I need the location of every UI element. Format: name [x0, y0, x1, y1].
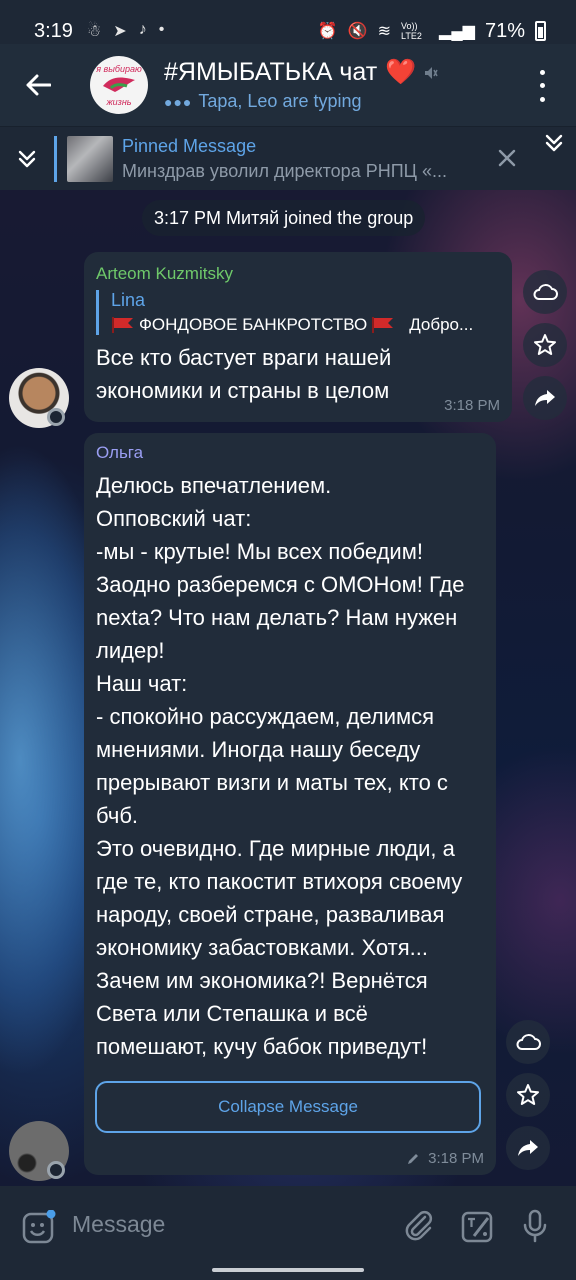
mute-icon: [425, 66, 438, 79]
typing-status-text: Tapa, Leo are typing: [198, 91, 362, 111]
online-status-badge: [47, 408, 65, 426]
reply-preview[interactable]: Lina ФОНДОВОЕ БАНКРОТСТВО Добро...: [96, 290, 500, 335]
system-icons: ⏰ 🔇 ≋ Vo)) LTE2 ▂▄▆ 71%: [318, 20, 546, 43]
message-line: - спокойно рассуждаем, делимся: [96, 704, 435, 729]
tiktok-icon: ♪: [138, 21, 147, 38]
message-bubble[interactable]: Ольга Делюсь впечатлением. Опповский чат…: [84, 433, 496, 1175]
pinned-label: Pinned Message: [122, 135, 257, 156]
message-line: бчб.: [96, 803, 139, 828]
close-icon[interactable]: [496, 147, 518, 169]
message-line: Наш чат:: [96, 671, 188, 696]
message-line: экономику забастовками. Хотя...: [96, 935, 429, 960]
star-icon[interactable]: [523, 323, 567, 367]
reply-text-main: ФОНДОВОЕ БАНКРОТСТВО: [139, 315, 368, 334]
pinned-accent-line: [54, 135, 57, 182]
message-time: 3:18 PM: [428, 1150, 484, 1167]
share-icon[interactable]: [523, 376, 567, 420]
wifi-icon: ≋: [377, 23, 392, 40]
typing-indicator-icon: ●●●: [164, 93, 193, 110]
message-input-bar: [0, 1186, 576, 1280]
back-button[interactable]: [0, 44, 76, 126]
chevron-double-down-icon[interactable]: [0, 149, 54, 169]
message-line: прерывают визги и маты тех, кто с: [96, 770, 448, 795]
message-line: Зачем им экономика?! Вернётся: [96, 968, 428, 993]
mic-icon[interactable]: [518, 1208, 554, 1244]
message-sender[interactable]: Arteom Kuzmitsky: [96, 264, 500, 284]
online-status-badge: [47, 1161, 65, 1179]
service-message: 3:17 PM Митяй joined the group: [142, 200, 426, 236]
message-line: Света или Степашка и всё: [96, 1001, 368, 1026]
cloud-icon[interactable]: [523, 270, 567, 314]
message-line: Это очевидно. Где мирные люди, а: [96, 836, 455, 861]
heart-emoji: ❤️: [385, 58, 417, 86]
message-sender[interactable]: Ольга: [96, 443, 484, 463]
bird-logo-icon: [103, 77, 135, 92]
message-line: где те, кто пакостит втихоря своему: [96, 869, 463, 894]
message-text: Все кто бастует враги нашей экономики и …: [96, 341, 500, 407]
pinned-message-bar[interactable]: Pinned Message Минздрав уволил директора…: [0, 126, 576, 190]
reply-text: ФОНДОВОЕ БАНКРОТСТВО Добро...: [111, 315, 500, 335]
message-time: 3:18 PM: [444, 397, 500, 414]
battery-icon: [535, 21, 546, 41]
scroll-down-chevron-icon[interactable]: [544, 133, 564, 158]
message-line: Все кто бастует враги нашей: [96, 345, 392, 370]
pinned-text: Pinned Message Минздрав уволил директора…: [122, 136, 447, 182]
chat-status: ●●● Tapa, Leo are typing: [164, 91, 438, 112]
lte-label: Vo)) LTE2: [401, 21, 422, 41]
pencil-icon: [408, 1153, 419, 1164]
sticker-icon[interactable]: [460, 1208, 496, 1244]
message-line: -мы - крутые! Мы всех победим!: [96, 539, 423, 564]
cloud-icon[interactable]: [506, 1020, 550, 1064]
message-line: экономики и страны в целом: [96, 378, 390, 403]
chat-title-text: #ЯМЫБАТЬКА чат: [164, 58, 378, 86]
message-line: Опповский чат:: [96, 506, 252, 531]
battery-percent: 71%: [484, 19, 525, 42]
message-time-row: 3:18 PM: [406, 1150, 484, 1167]
message-line: помешают, кучу бабок приведут!: [96, 1034, 428, 1059]
more-vert-icon[interactable]: [534, 66, 550, 106]
message-bubble[interactable]: Arteom Kuzmitsky Lina ФОНДОВОЕ БАНКРОТСТ…: [84, 252, 512, 422]
red-flag-icon: [372, 317, 394, 333]
share-icon[interactable]: [506, 1126, 550, 1170]
message-line: nexta? Что нам делать? Нам нужен: [96, 605, 458, 630]
star-icon[interactable]: [506, 1073, 550, 1117]
collapse-message-button[interactable]: Collapse Message: [95, 1081, 481, 1133]
notification-icons: ☃ ➤ ♪ •: [87, 21, 164, 41]
pinned-thumbnail: [67, 135, 113, 182]
group-avatar[interactable]: я выбираю жизнь: [90, 56, 148, 114]
status-time: 3:19: [34, 19, 73, 42]
message-line: Заодно разберемся с ОМОНом! Где: [96, 572, 465, 597]
chat-title: #ЯМЫБАТЬКА чат ❤️: [164, 58, 438, 87]
message-line: мнениями. Иногда нашу беседу: [96, 737, 421, 762]
message-line: Делюсь впечатлением.: [96, 473, 332, 498]
navigation-icon: ➤: [113, 23, 127, 40]
avatar-text-top: я выбираю: [96, 63, 142, 74]
reply-sender: Lina: [111, 290, 146, 310]
message-line: народу, своей стране, разваливая: [96, 902, 445, 927]
emoji-icon[interactable]: [22, 1209, 56, 1244]
pinned-preview: Минздрав уволил директора РНПЦ «...: [122, 160, 447, 181]
more-notifications-icon: •: [158, 21, 165, 38]
attach-icon[interactable]: [402, 1208, 438, 1244]
red-flag-icon: [112, 317, 133, 333]
alarm-icon: ⏰: [317, 23, 338, 40]
message-input[interactable]: [72, 1204, 372, 1244]
home-indicator: [212, 1268, 364, 1272]
mute-status-icon: 🔇: [347, 23, 368, 40]
message-text: Делюсь впечатлением. Опповский чат: -мы …: [96, 469, 484, 1063]
chat-header: я выбираю жизнь #ЯМЫБАТЬКА чат ❤️ ●●● Ta…: [0, 44, 576, 126]
app-notification-icon: ☃: [86, 23, 102, 40]
back-arrow-icon: [26, 74, 51, 96]
reply-text-tail: Добро...: [409, 315, 474, 334]
signal-icon: ▂▄▆: [439, 23, 475, 40]
avatar-text-bottom: жизнь: [106, 96, 132, 107]
message-line: лидер!: [96, 638, 165, 663]
chat-info[interactable]: #ЯМЫБАТЬКА чат ❤️ ●●● Tapa, Leo are typi…: [164, 58, 438, 112]
